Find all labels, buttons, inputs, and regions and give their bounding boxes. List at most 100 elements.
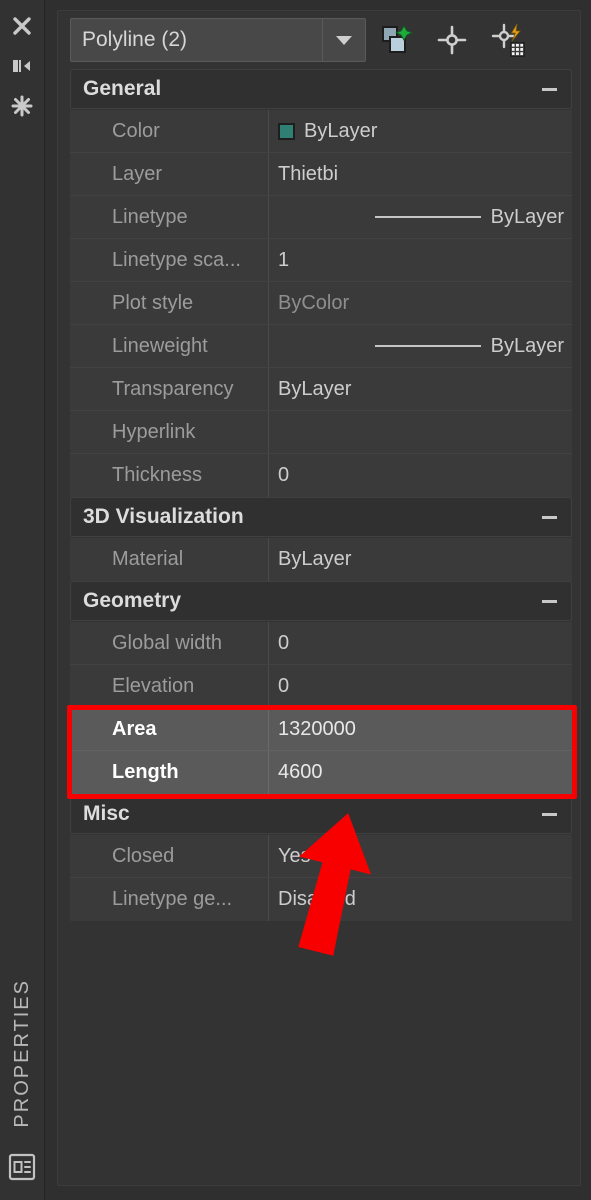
property-value-text: Disabled — [278, 888, 356, 910]
property-value-text: ByLayer — [490, 334, 564, 357]
caret-glyph — [336, 35, 352, 45]
section-header-geometry[interactable]: Geometry — [70, 581, 572, 621]
collapse-minus-icon[interactable] — [542, 516, 557, 519]
toolbar-button-group — [376, 20, 528, 60]
property-row[interactable]: Transparency ByLayer — [70, 368, 572, 411]
property-value[interactable]: ByLayer — [268, 325, 572, 367]
linetype-preview: ByLayer — [278, 335, 572, 358]
property-value-text: ByLayer — [490, 205, 564, 228]
section-rows: Global width 0 Elevation 0 Area 1320000 Length… — [70, 622, 572, 794]
property-label: Thickness — [112, 464, 203, 486]
property-value[interactable]: 1 — [268, 239, 572, 281]
property-value[interactable]: Yes — [268, 835, 572, 877]
property-row[interactable]: Material ByLayer — [70, 538, 572, 581]
section-rows: Material ByLayer — [70, 538, 572, 581]
collapse-minus-icon[interactable] — [542, 600, 557, 603]
linetype-line-icon — [374, 345, 481, 347]
section-title: 3D Visualization — [83, 505, 244, 528]
chevron-down-icon[interactable] — [322, 19, 365, 61]
select-objects-icon[interactable] — [376, 20, 416, 60]
property-value-text: 4600 — [278, 761, 323, 783]
property-label: Global width — [112, 631, 223, 654]
linetype-preview: ByLayer — [278, 206, 572, 229]
property-label: Elevation — [112, 674, 195, 697]
property-label: Linetype ge... — [112, 888, 233, 910]
object-type-selector-value: Polyline (2) — [82, 28, 188, 51]
property-grid: General Color ByLayer Layer Thietbi Linetype B… — [58, 69, 580, 921]
section-title: Misc — [83, 802, 130, 825]
property-row[interactable]: Thickness 0 — [70, 454, 572, 497]
section-rows: Color ByLayer Layer Thietbi Linetype ByLayer L… — [70, 110, 572, 497]
section-title: Geometry — [83, 589, 182, 612]
property-row[interactable]: Linetype ByLayer — [70, 196, 572, 239]
property-value[interactable]: Thietbi — [268, 153, 572, 195]
properties-panel-content: Polyline (2) General Color ByLayer Layer… — [57, 10, 581, 1186]
property-value[interactable]: ByLayer — [268, 110, 572, 152]
property-value-text: ByLayer — [278, 377, 352, 400]
property-label: Area — [112, 717, 157, 740]
linetype-line-icon — [374, 216, 481, 218]
panel-options-icon[interactable] — [7, 86, 37, 126]
section-header-general[interactable]: General — [70, 69, 572, 109]
property-value[interactable]: 4600 — [268, 751, 572, 794]
property-label: Closed — [112, 844, 175, 867]
panel-side-rail: PROPERTIES — [0, 0, 45, 1200]
property-row[interactable]: Color ByLayer — [70, 110, 572, 153]
property-value-text: ByLayer — [278, 548, 352, 570]
property-label: Color — [112, 119, 160, 142]
properties-toolbar: Polyline (2) — [58, 11, 580, 69]
property-value[interactable] — [268, 411, 572, 453]
property-value-text: 1 — [278, 248, 290, 271]
property-value[interactable]: ByLayer — [268, 368, 572, 410]
property-value-text: ByLayer — [304, 119, 378, 142]
quick-select-icon[interactable] — [488, 20, 528, 60]
section-header-3d-visualization[interactable]: 3D Visualization — [70, 497, 572, 537]
collapse-minus-icon[interactable] — [542, 88, 557, 91]
close-icon[interactable] — [7, 6, 37, 46]
property-label: Plot style — [112, 291, 194, 314]
pick-point-icon[interactable] — [432, 20, 472, 60]
color-swatch-icon — [278, 122, 295, 140]
properties-panel-window: PROPERTIES Polyline (2) General Color By… — [0, 0, 591, 1200]
property-label: Linetype — [112, 205, 188, 228]
property-row[interactable]: Linetype ge... Disabled — [70, 878, 572, 921]
property-row[interactable]: Lineweight ByLayer — [70, 325, 572, 368]
panel-title-text: PROPERTIES — [10, 979, 33, 1128]
property-row[interactable]: Layer Thietbi — [70, 153, 572, 196]
property-value-text: Yes — [278, 844, 311, 867]
property-value[interactable]: ByLayer — [268, 538, 572, 581]
property-value-text: ByColor — [278, 291, 350, 314]
section-header-misc[interactable]: Misc — [70, 794, 572, 834]
property-label: Hyperlink — [112, 420, 196, 443]
property-row[interactable]: Closed Yes — [70, 835, 572, 878]
object-type-selector[interactable]: Polyline (2) — [70, 18, 366, 62]
property-value[interactable]: ByColor — [268, 282, 572, 324]
property-row[interactable]: Linetype sca... 1 — [70, 239, 572, 282]
property-value[interactable]: 0 — [268, 454, 572, 497]
property-value[interactable]: ByLayer — [268, 196, 572, 238]
property-row[interactable]: Length 4600 — [70, 751, 572, 794]
collapse-minus-icon[interactable] — [542, 813, 557, 816]
property-value[interactable]: Disabled — [268, 878, 572, 921]
property-label: Linetype sca... — [112, 248, 241, 271]
property-label: Length — [112, 761, 179, 783]
properties-icon[interactable] — [7, 1152, 37, 1182]
property-row[interactable]: Hyperlink — [70, 411, 572, 454]
property-value-text: 0 — [278, 631, 290, 654]
property-value-text: Thietbi — [278, 162, 339, 185]
section-rows: Closed Yes Linetype ge... Disabled — [70, 835, 572, 921]
property-row[interactable]: Plot style ByColor — [70, 282, 572, 325]
property-value[interactable]: 0 — [268, 622, 572, 664]
property-label: Transparency — [112, 377, 234, 400]
property-row[interactable]: Elevation 0 — [70, 665, 572, 708]
auto-hide-icon[interactable] — [7, 46, 37, 86]
property-value[interactable]: 0 — [268, 665, 572, 707]
property-value[interactable]: 1320000 — [268, 708, 572, 750]
property-label: Lineweight — [112, 334, 208, 357]
property-value-text: 0 — [278, 464, 290, 486]
property-label: Material — [112, 548, 184, 570]
property-row[interactable]: Area 1320000 — [70, 708, 572, 751]
property-row[interactable]: Global width 0 — [70, 622, 572, 665]
section-title: General — [83, 77, 162, 100]
property-value-text: 0 — [278, 674, 290, 697]
